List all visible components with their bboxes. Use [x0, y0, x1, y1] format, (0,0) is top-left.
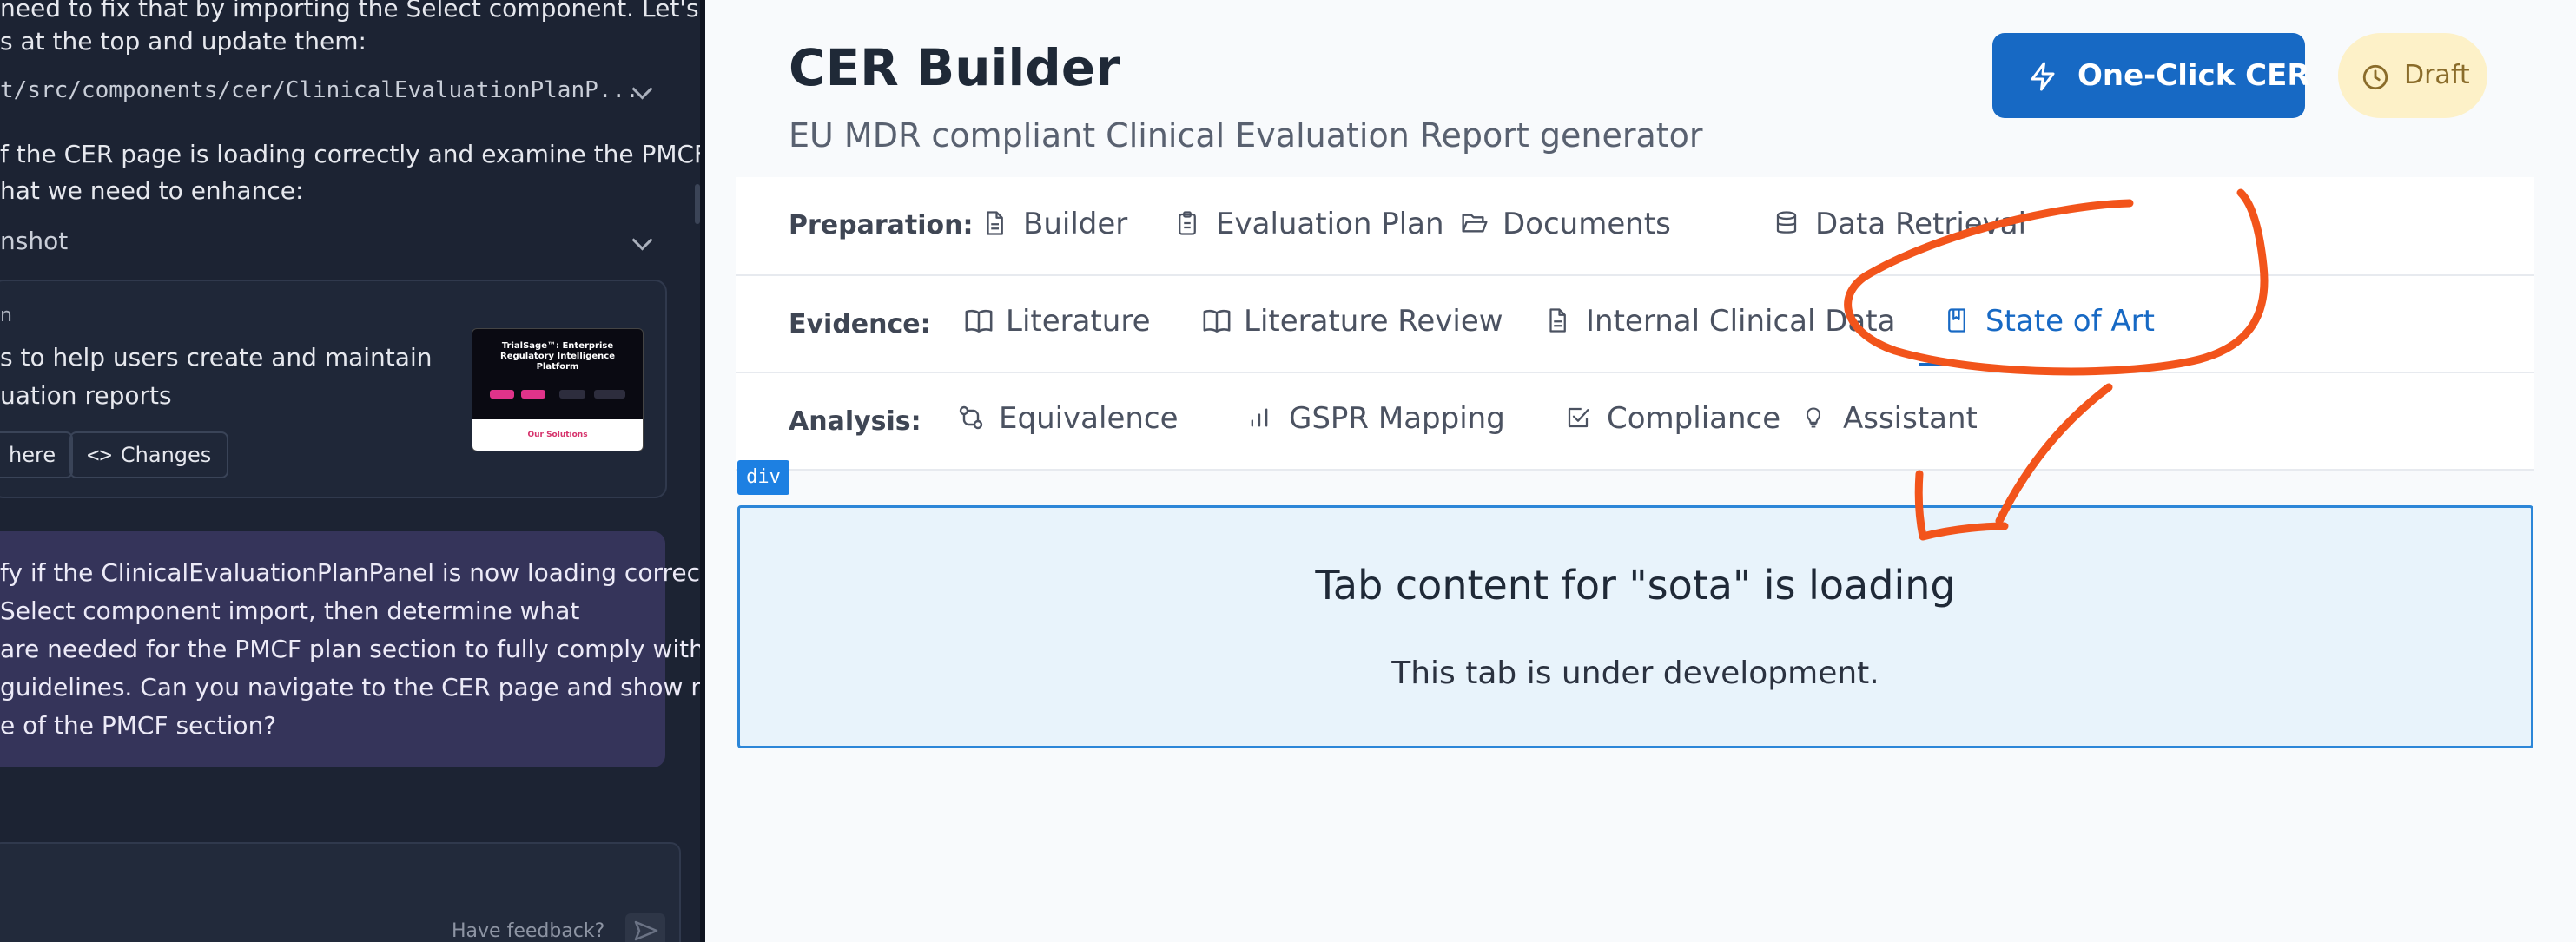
- git-compare-icon: [959, 405, 983, 430]
- row-label: Analysis:: [789, 406, 921, 437]
- element-inspector-badge: div: [737, 460, 789, 495]
- scrollbar-thumb[interactable]: [695, 184, 700, 224]
- chat-text: f the CER page is loading correctly and …: [0, 140, 700, 168]
- tab-label: Builder: [1023, 207, 1128, 241]
- code-icon: <>: [87, 443, 112, 467]
- message-line: fy if the ClinicalEvaluationPlanPanel is…: [0, 558, 700, 587]
- chevron-down-icon[interactable]: [631, 229, 653, 251]
- card-text: uation reports: [0, 381, 172, 410]
- thumbnail-title: TrialSage™: Enterprise Regulatory Intell…: [500, 341, 615, 372]
- book-open-icon: [965, 309, 993, 333]
- tab-label: Literature Review: [1244, 304, 1503, 339]
- one-click-cer-button[interactable]: One-Click CER: [1992, 33, 2310, 118]
- send-button[interactable]: [625, 913, 665, 942]
- row-label: Evidence:: [789, 309, 931, 339]
- screenshot-thumbnail[interactable]: TrialSage™: Enterprise Regulatory Intell…: [472, 328, 644, 451]
- card-fragment: n: [0, 305, 12, 326]
- file-text-icon: [1549, 308, 1566, 333]
- tab-navigation: Preparation: Builder Evaluation Plan Doc…: [736, 177, 2534, 471]
- tab-label: GSPR Mapping: [1289, 401, 1505, 436]
- clock-icon: [2362, 64, 2388, 90]
- thumbnail-footer: Our Solutions: [472, 419, 643, 451]
- card-text: s to help users create and maintain: [0, 343, 433, 372]
- tab-label: State of Art: [1985, 304, 2155, 339]
- chat-text: s at the top and update them:: [0, 27, 367, 56]
- cer-builder-page: CER Builder EU MDR compliant Clinical Ev…: [705, 0, 2576, 942]
- send-icon: [634, 920, 658, 941]
- book-open-icon: [1203, 309, 1231, 333]
- draft-status-badge: Draft: [2338, 33, 2487, 118]
- here-button[interactable]: here: [0, 431, 74, 478]
- tab-label: Data Retrieval: [1815, 207, 2027, 241]
- thumbnail-button: [559, 390, 585, 399]
- screenshot-toggle-label[interactable]: nshot: [0, 222, 68, 260]
- tab-row-evidence: Evidence: Literature Literature Review I…: [736, 274, 2534, 373]
- file-icon: [987, 211, 1003, 235]
- folder-open-icon: [1462, 214, 1488, 233]
- database-icon: [1776, 211, 1797, 234]
- tab-label: Compliance: [1607, 401, 1781, 436]
- page-subtitle: EU MDR compliant Clinical Evaluation Rep…: [789, 116, 1703, 155]
- tab-label: Documents: [1503, 207, 1671, 241]
- tab-label: Assistant: [1843, 401, 1978, 436]
- loading-heading: Tab content for "sota" is loading: [1315, 562, 1956, 609]
- tab-label: Literature: [1006, 304, 1151, 339]
- development-message: This tab is under development.: [1391, 655, 1879, 691]
- row-label: Preparation:: [789, 210, 974, 240]
- tab-row-preparation: Preparation: Builder Evaluation Plan Doc…: [736, 177, 2534, 276]
- tab-label: Evaluation Plan: [1216, 207, 1444, 241]
- message-line: e of the PMCF section?: [0, 711, 277, 740]
- file-path[interactable]: t/src/components/cer/ClinicalEvaluationP…: [0, 71, 639, 109]
- draft-label: Draft: [2404, 60, 2470, 90]
- one-click-cer-label: One-Click CER: [2077, 58, 2310, 93]
- message-line: guidelines. Can you navigate to the CER …: [0, 673, 700, 702]
- tab-label: Equivalence: [999, 401, 1179, 436]
- tab-label: Internal Clinical Data: [1586, 304, 1896, 339]
- checkbox-icon: [1568, 407, 1589, 428]
- clipboard-icon: [1179, 211, 1196, 235]
- thumbnail-button: [490, 390, 514, 399]
- page-title: CER Builder: [789, 38, 1120, 97]
- lightning-icon: [2031, 62, 2055, 91]
- thumbnail-button: [594, 390, 625, 399]
- changes-label: Changes: [120, 443, 212, 467]
- message-line: Select component import, then determine …: [0, 596, 580, 625]
- changes-button[interactable]: <> Changes: [69, 431, 229, 478]
- lightbulb-icon: [1806, 407, 1821, 428]
- tab-content-panel: Tab content for "sota" is loading This t…: [737, 505, 2533, 748]
- tab-row-analysis: Analysis: Equivalence GSPR Mapping Compl…: [736, 372, 2534, 471]
- chat-panel: need to fix that by importing the Select…: [0, 0, 700, 942]
- here-label: here: [9, 443, 56, 467]
- book-bookmark-icon: [1948, 308, 1965, 333]
- feedback-link[interactable]: Have feedback?: [452, 913, 604, 942]
- user-message: fy if the ClinicalEvaluationPlanPanel is…: [0, 531, 700, 767]
- chat-text: hat we need to enhance:: [0, 176, 304, 205]
- message-line: are needed for the PMCF plan section to …: [0, 635, 700, 663]
- thumbnail-button: [521, 390, 545, 399]
- bar-chart-icon: [1251, 408, 1268, 427]
